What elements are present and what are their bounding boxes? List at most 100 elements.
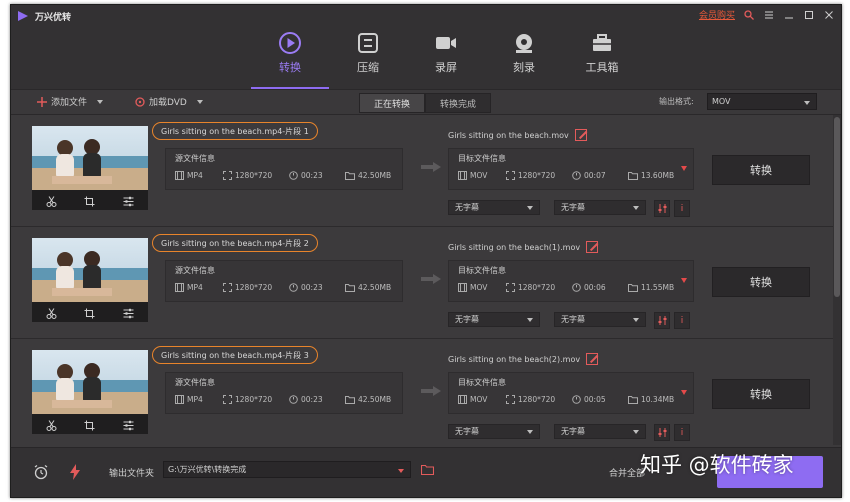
info-icon: i [680, 315, 684, 326]
main-nav: 转换 压缩 录屏 刻录 工具箱 [251, 27, 641, 89]
maximize-icon[interactable] [803, 9, 815, 21]
subtitle-value: 无字幕 [455, 427, 479, 436]
target-file-name-row: Girls sitting on the beach.mov [448, 129, 587, 141]
subtitle-select[interactable]: 无字幕 [448, 424, 540, 439]
settings-button[interactable] [654, 200, 670, 217]
convert-button[interactable]: 转换 [712, 379, 810, 409]
load-dvd-button[interactable]: 加载DVD [135, 95, 203, 108]
output-path-select[interactable]: G:\万兴优转\转换完成 [163, 461, 411, 478]
source-file-name[interactable]: Girls sitting on the beach.mp4-片段 2 [152, 234, 318, 252]
audio-select[interactable]: 无字幕 [554, 200, 646, 215]
alarm-clock-icon[interactable] [33, 464, 49, 480]
crop-icon[interactable] [84, 308, 95, 319]
convert-button[interactable]: 转换 [712, 155, 810, 185]
scroll-thumb[interactable] [834, 117, 840, 297]
watermark: 知乎 @软件砖家 [640, 453, 794, 477]
search-icon[interactable] [743, 9, 755, 21]
nav-tab-burn[interactable]: 刻录 [485, 27, 563, 89]
folder-icon [628, 395, 638, 404]
scissors-icon[interactable] [46, 307, 57, 319]
subtitle-value: 无字幕 [455, 315, 479, 324]
adjust-icon[interactable] [123, 308, 134, 319]
thumbnail-tools [32, 304, 148, 322]
file-item: Girls sitting on the beach.mp4-片段 1 源文件信… [11, 115, 833, 227]
audio-value: 无字幕 [561, 427, 585, 436]
resolution-value: 1280*720 [235, 171, 273, 180]
close-icon[interactable] [823, 9, 835, 21]
chevron-down-icon[interactable] [681, 278, 687, 283]
info-button[interactable]: i [674, 200, 690, 217]
nav-tab-record[interactable]: 录屏 [407, 27, 485, 89]
target-info-panel[interactable]: 目标文件信息 MOV 1280*720 00:07 13.60MB [448, 148, 694, 190]
info-button[interactable]: i [674, 312, 690, 329]
resolution-value: 1280*720 [518, 171, 556, 180]
scrollbar[interactable] [833, 115, 841, 445]
size-info: 42.50MB [345, 171, 391, 180]
nav-tab-convert[interactable]: 转换 [251, 27, 329, 89]
arrow-right-icon [421, 274, 441, 284]
thumbnail[interactable] [32, 238, 148, 322]
duration-value: 00:05 [584, 395, 606, 404]
source-file-name[interactable]: Girls sitting on the beach.mp4-片段 3 [152, 346, 318, 364]
chevron-down-icon [633, 430, 639, 434]
output-format-select[interactable]: MOV [707, 93, 817, 110]
thumbnail[interactable] [32, 350, 148, 434]
toolbar: 添加文件 加载DVD 正在转换 转换完成 输出格式: MOV [11, 89, 841, 115]
file-list: Girls sitting on the beach.mp4-片段 1 源文件信… [11, 115, 833, 451]
crop-icon[interactable] [84, 196, 95, 207]
scissors-icon[interactable] [46, 195, 57, 207]
tab-converting[interactable]: 正在转换 [359, 93, 425, 113]
convert-icon [279, 32, 301, 54]
adjust-icon[interactable] [123, 196, 134, 207]
crop-icon[interactable] [84, 420, 95, 431]
target-info-panel[interactable]: 目标文件信息 MOV 1280*720 00:05 10.34MB [448, 372, 694, 414]
film-icon [458, 395, 467, 404]
resolution-info: 1280*720 [506, 395, 555, 404]
target-file-name[interactable]: Girls sitting on the beach(2).mov [448, 355, 580, 364]
size-info: 11.55MB [628, 283, 674, 292]
scissors-icon[interactable] [46, 419, 57, 431]
thumbnail[interactable] [32, 126, 148, 210]
nav-tab-toolbox[interactable]: 工具箱 [563, 27, 641, 89]
menu-icon[interactable] [763, 9, 775, 21]
thumbnail-tools [32, 416, 148, 434]
edit-icon[interactable] [586, 241, 599, 253]
status-tabs: 正在转换 转换完成 [359, 93, 491, 113]
subtitle-select[interactable]: 无字幕 [448, 312, 540, 327]
add-file-button[interactable]: 添加文件 [37, 95, 104, 108]
size-value: 42.50MB [358, 171, 392, 180]
output-path-value: G:\万兴优转\转换完成 [168, 465, 247, 474]
chevron-down-icon[interactable] [681, 390, 687, 395]
resolution-value: 1280*720 [518, 283, 556, 292]
target-info-panel[interactable]: 目标文件信息 MOV 1280*720 00:06 11.55MB [448, 260, 694, 302]
target-file-name[interactable]: Girls sitting on the beach.mov [448, 131, 569, 140]
chevron-down-icon[interactable] [681, 166, 687, 171]
chevron-down-icon [527, 206, 533, 210]
settings-button[interactable] [654, 424, 670, 441]
source-info-panel: 源文件信息 MP4 1280*720 00:23 42.50MB [165, 372, 403, 414]
load-dvd-label: 加载DVD [149, 98, 187, 108]
clock-icon [572, 395, 581, 404]
vip-purchase-link[interactable]: 会员购买 [699, 8, 735, 21]
resolution-icon [223, 283, 232, 292]
folder-icon[interactable] [421, 464, 434, 475]
edit-icon[interactable] [574, 129, 587, 141]
source-file-name[interactable]: Girls sitting on the beach.mp4-片段 1 [152, 122, 318, 140]
tab-converted[interactable]: 转换完成 [425, 93, 491, 113]
settings-button[interactable] [654, 312, 670, 329]
minimize-icon[interactable] [783, 9, 795, 21]
arrow-right-icon [421, 386, 441, 396]
subtitle-select[interactable]: 无字幕 [448, 200, 540, 215]
adjust-icon[interactable] [123, 420, 134, 431]
target-file-name[interactable]: Girls sitting on the beach(1).mov [448, 243, 580, 252]
duration-info: 00:05 [572, 395, 606, 404]
thumbnail-tools [32, 192, 148, 210]
convert-button[interactable]: 转换 [712, 267, 810, 297]
film-icon [175, 395, 184, 404]
audio-select[interactable]: 无字幕 [554, 312, 646, 327]
lightning-icon[interactable] [69, 464, 81, 480]
nav-tab-compress[interactable]: 压缩 [329, 27, 407, 89]
info-button[interactable]: i [674, 424, 690, 441]
audio-select[interactable]: 无字幕 [554, 424, 646, 439]
edit-icon[interactable] [586, 353, 599, 365]
